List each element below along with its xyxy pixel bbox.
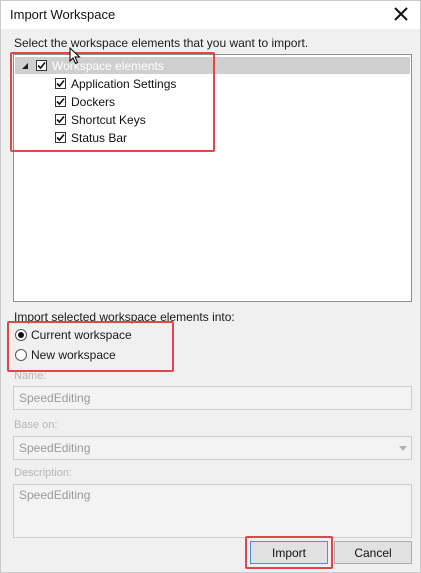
name-label: Name: — [14, 370, 47, 382]
tree-item-label: Status Bar — [71, 130, 128, 145]
root-checkbox[interactable] — [36, 60, 47, 71]
radio-label: New workspace — [31, 348, 116, 362]
radio-current-workspace[interactable]: Current workspace — [15, 326, 132, 344]
close-button[interactable] — [388, 2, 414, 26]
tree-item-label: Dockers — [71, 94, 116, 109]
base-on-label: Base on: — [14, 419, 58, 431]
checkmark-icon — [56, 79, 65, 88]
dockers-checkbox[interactable] — [55, 96, 66, 107]
tree-item-dockers[interactable]: Dockers — [55, 93, 115, 110]
application-settings-checkbox[interactable] — [55, 78, 66, 89]
description-label: Description: — [14, 467, 73, 479]
checkmark-icon — [56, 133, 65, 142]
radio-label: Current workspace — [31, 328, 132, 342]
cancel-button[interactable]: Cancel — [334, 541, 412, 564]
chevron-down-icon — [399, 446, 407, 451]
tree-item-status-bar[interactable]: Status Bar — [55, 129, 127, 146]
mouse-cursor-icon — [69, 47, 81, 65]
radio-button[interactable] — [15, 329, 27, 341]
checkmark-icon — [56, 97, 65, 106]
title-bar: Import Workspace — [1, 1, 420, 29]
workspace-elements-tree[interactable]: Workspace elements Application Settings … — [13, 54, 412, 302]
import-workspace-dialog: Import Workspace Select the workspace el… — [0, 0, 421, 573]
instruction-text: Select the workspace elements that you w… — [14, 36, 309, 50]
status-bar-checkbox[interactable] — [55, 132, 66, 143]
base-on-dropdown[interactable]: SpeedEditing — [13, 436, 412, 460]
description-field[interactable]: SpeedEditing — [13, 484, 412, 538]
shortcut-keys-checkbox[interactable] — [55, 114, 66, 125]
radio-button[interactable] — [15, 349, 27, 361]
tree-item-label: Application Settings — [71, 76, 177, 91]
checkmark-icon — [56, 115, 65, 124]
import-into-label: Import selected workspace elements into: — [14, 310, 235, 324]
tree-item-label: Shortcut Keys — [71, 112, 146, 127]
checkmark-icon — [37, 61, 46, 70]
close-icon — [394, 7, 408, 21]
radio-new-workspace[interactable]: New workspace — [15, 346, 116, 364]
dialog-title: Import Workspace — [10, 7, 116, 22]
base-on-value: SpeedEditing — [19, 441, 91, 455]
name-field[interactable]: SpeedEditing — [13, 386, 412, 410]
tree-item-shortcut-keys[interactable]: Shortcut Keys — [55, 111, 146, 128]
tree-item-application-settings[interactable]: Application Settings — [55, 75, 176, 92]
tree-expander-icon[interactable] — [21, 61, 31, 71]
radio-selected-dot — [18, 332, 24, 338]
import-button[interactable]: Import — [250, 541, 328, 564]
